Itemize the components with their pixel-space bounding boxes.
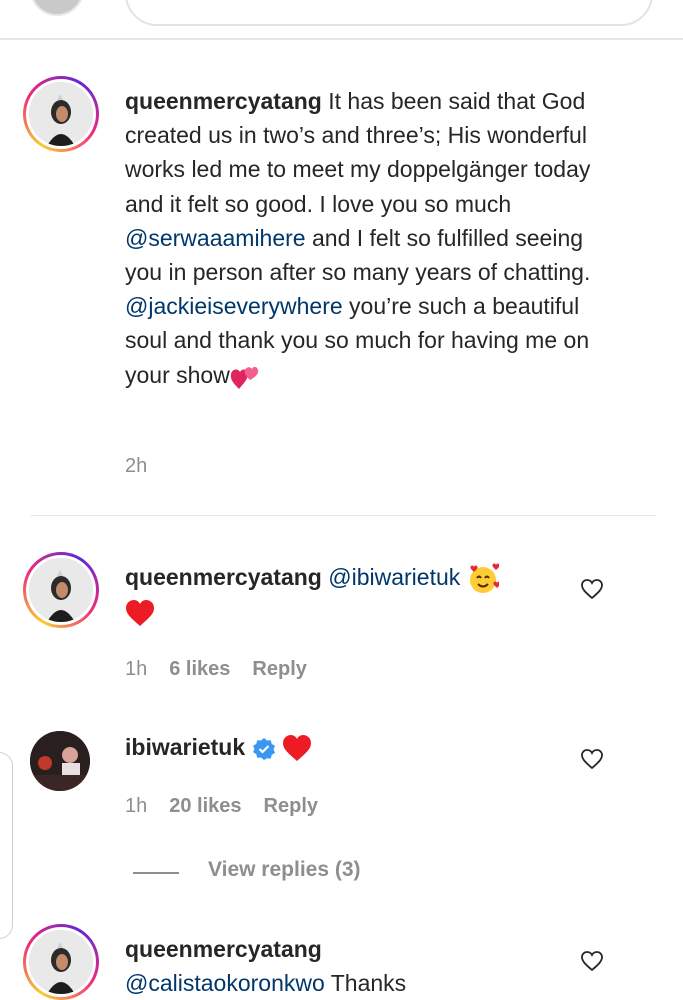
mention-link[interactable]: @serwaaamihere — [125, 225, 306, 251]
avatar[interactable] — [23, 552, 99, 628]
comment-username[interactable]: queenmercyatang — [125, 564, 322, 590]
comment-username[interactable]: queenmercyatang — [125, 88, 322, 114]
comment-meta: 2h — [125, 455, 147, 478]
comment-meta: 1h 6 likes Reply — [125, 658, 307, 681]
likes-count[interactable]: 6 likes — [169, 658, 230, 681]
comment-body: ibiwarietuk — [125, 730, 312, 764]
mention-link[interactable]: @ibiwarietuk — [328, 564, 460, 590]
avatar[interactable] — [23, 924, 99, 1000]
caption-comment: queenmercyatang It has been said that Go… — [125, 84, 615, 392]
reply-button[interactable]: Reply — [264, 795, 318, 818]
smiling-face-with-hearts-emoji — [469, 563, 499, 593]
avatar[interactable] — [30, 731, 90, 791]
red-heart-emoji — [126, 600, 154, 627]
comment-input[interactable] — [125, 0, 653, 26]
verified-badge-icon — [252, 737, 275, 760]
side-panel-edge — [0, 752, 13, 939]
comment-time: 1h — [125, 658, 148, 680]
comment-time: 2h — [125, 455, 148, 477]
likes-count[interactable]: 20 likes — [169, 795, 241, 818]
red-heart-emoji — [282, 735, 311, 762]
comment-username[interactable]: ibiwarietuk — [125, 734, 245, 760]
heart-outline-icon[interactable] — [580, 748, 604, 770]
comment-username[interactable]: queenmercyatang — [125, 936, 322, 962]
comment-time: 1h — [125, 795, 148, 817]
comment-body: queenmercyatang @ibiwarietuk — [125, 560, 555, 629]
current-user-avatar[interactable] — [30, 0, 84, 16]
replies-line — [133, 872, 179, 874]
divider — [0, 38, 683, 40]
reply-button[interactable]: Reply — [252, 658, 306, 681]
view-replies-button[interactable]: View replies (3) — [208, 858, 361, 882]
mention-link[interactable]: @calistaokoronkwo — [125, 970, 325, 996]
heart-outline-icon[interactable] — [580, 578, 604, 600]
avatar[interactable] — [23, 76, 99, 152]
mention-link[interactable]: @jackieiseverywhere — [125, 293, 343, 319]
two-hearts-emoji — [230, 366, 258, 389]
comment-meta: 1h 20 likes Reply — [125, 795, 318, 818]
comment-body: queenmercyatang @calistaokoronkwo Thanks — [125, 936, 407, 997]
heart-outline-icon[interactable] — [580, 950, 604, 972]
divider — [30, 515, 656, 516]
